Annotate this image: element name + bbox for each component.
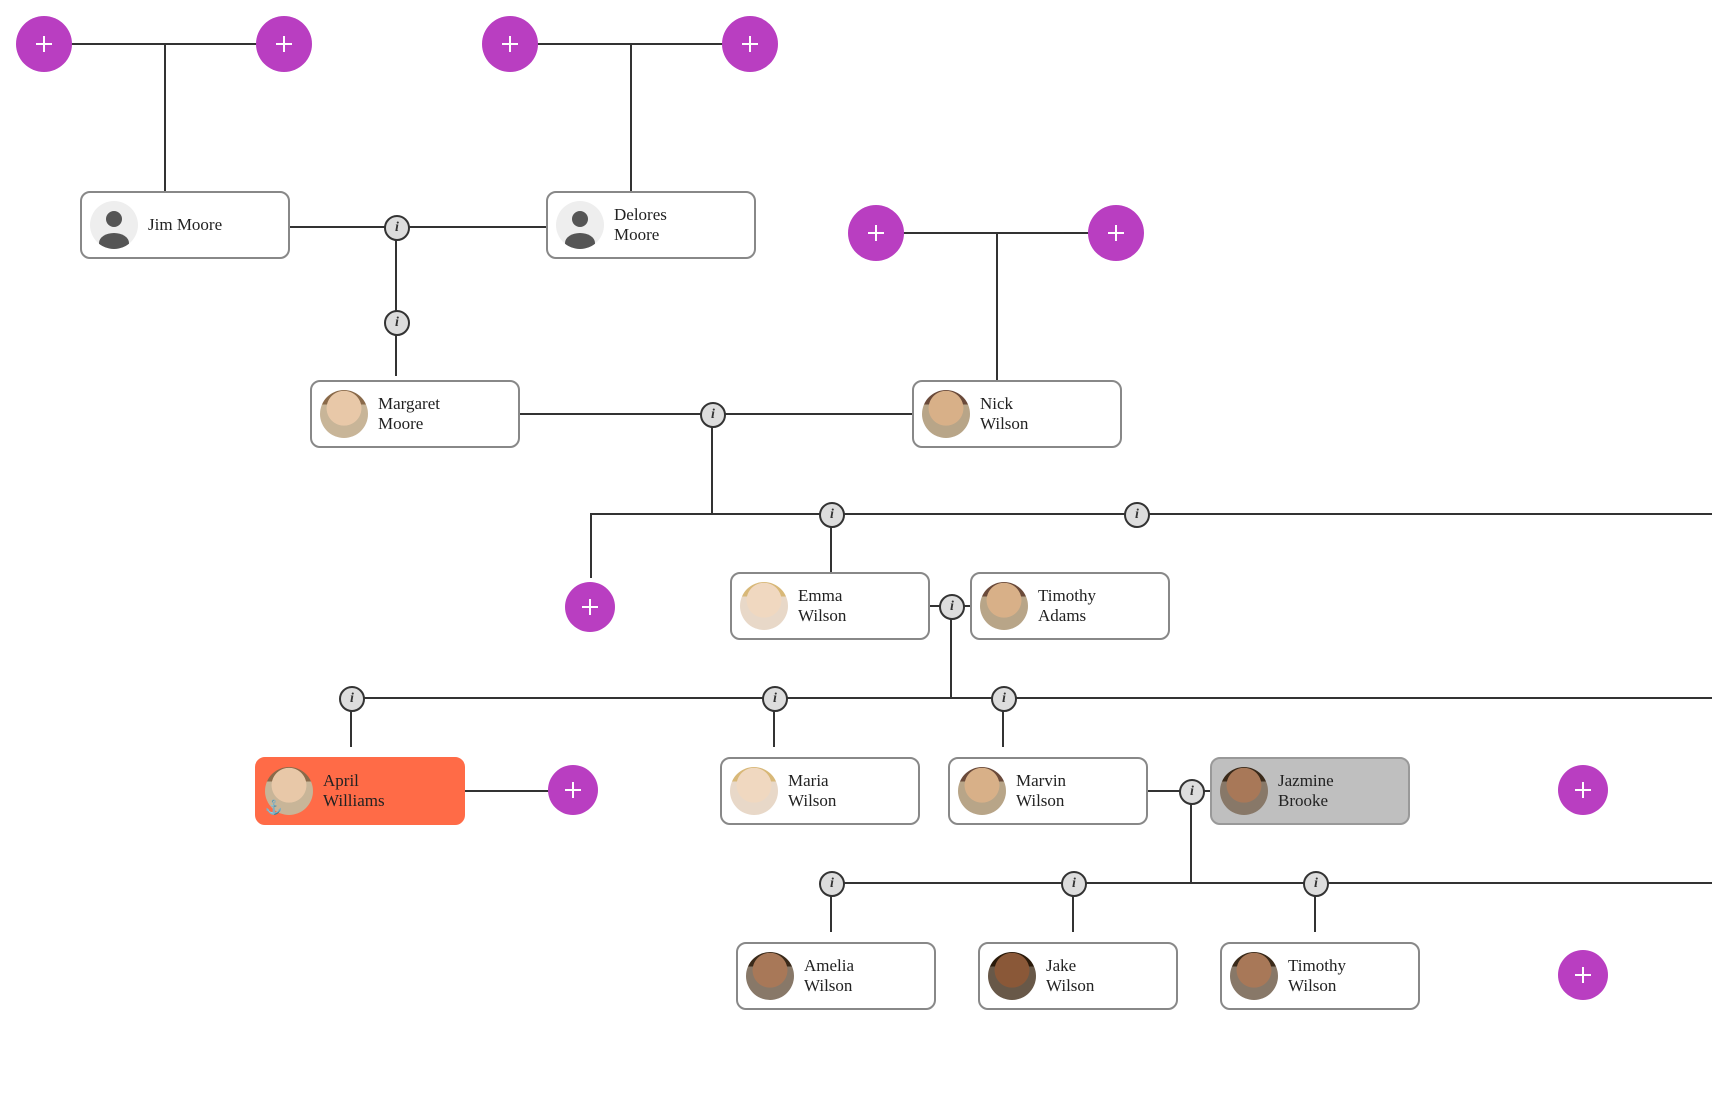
person-card-emma-wilson[interactable]: EmmaWilson [730, 572, 930, 640]
add-button[interactable] [256, 16, 312, 72]
info-icon[interactable] [1061, 871, 1087, 897]
anchor-icon: ⚓ [265, 800, 282, 817]
avatar [740, 582, 788, 630]
person-name: AmeliaWilson [804, 956, 854, 997]
person-name: EmmaWilson [798, 586, 846, 627]
info-icon[interactable] [1303, 871, 1329, 897]
person-card-margaret-moore[interactable]: MargaretMoore [310, 380, 520, 448]
person-card-timothy-adams[interactable]: TimothyAdams [970, 572, 1170, 640]
person-card-timothy-wilson[interactable]: TimothyWilson [1220, 942, 1420, 1010]
person-name: MariaWilson [788, 771, 836, 812]
person-name: DeloresMoore [614, 205, 667, 246]
person-name: JakeWilson [1046, 956, 1094, 997]
avatar-placeholder-icon [90, 201, 138, 249]
info-icon[interactable] [384, 215, 410, 241]
add-button[interactable] [548, 765, 598, 815]
info-icon[interactable] [384, 310, 410, 336]
person-name: TimothyWilson [1288, 956, 1346, 997]
avatar [1220, 767, 1268, 815]
info-icon[interactable] [819, 502, 845, 528]
info-icon[interactable] [762, 686, 788, 712]
info-icon[interactable] [1124, 502, 1150, 528]
info-icon[interactable] [819, 871, 845, 897]
add-button[interactable] [482, 16, 538, 72]
avatar [1230, 952, 1278, 1000]
info-icon[interactable] [991, 686, 1017, 712]
person-card-nick-wilson[interactable]: NickWilson [912, 380, 1122, 448]
add-button[interactable] [722, 16, 778, 72]
person-card-marvin-wilson[interactable]: MarvinWilson [948, 757, 1148, 825]
person-name: AprilWilliams [323, 771, 385, 812]
person-name: MargaretMoore [378, 394, 440, 435]
avatar [730, 767, 778, 815]
avatar [980, 582, 1028, 630]
add-button[interactable] [1558, 950, 1608, 1000]
avatar-placeholder-icon [556, 201, 604, 249]
person-card-jim-moore[interactable]: Jim Moore [80, 191, 290, 259]
person-name: Jim Moore [148, 215, 222, 235]
avatar [958, 767, 1006, 815]
person-name: JazmineBrooke [1278, 771, 1334, 812]
person-card-april-williams[interactable]: AprilWilliams ⚓ [255, 757, 465, 825]
avatar [922, 390, 970, 438]
info-icon[interactable] [1179, 779, 1205, 805]
person-name: TimothyAdams [1038, 586, 1096, 627]
add-button[interactable] [1558, 765, 1608, 815]
add-button[interactable] [565, 582, 615, 632]
person-card-amelia-wilson[interactable]: AmeliaWilson [736, 942, 936, 1010]
person-card-maria-wilson[interactable]: MariaWilson [720, 757, 920, 825]
add-button[interactable] [16, 16, 72, 72]
avatar [988, 952, 1036, 1000]
person-name: NickWilson [980, 394, 1028, 435]
add-button[interactable] [848, 205, 904, 261]
person-card-delores-moore[interactable]: DeloresMoore [546, 191, 756, 259]
info-icon[interactable] [700, 402, 726, 428]
avatar [746, 952, 794, 1000]
add-button[interactable] [1088, 205, 1144, 261]
person-card-jazmine-brooke[interactable]: JazmineBrooke [1210, 757, 1410, 825]
info-icon[interactable] [339, 686, 365, 712]
avatar [320, 390, 368, 438]
person-name: MarvinWilson [1016, 771, 1066, 812]
person-card-jake-wilson[interactable]: JakeWilson [978, 942, 1178, 1010]
info-icon[interactable] [939, 594, 965, 620]
